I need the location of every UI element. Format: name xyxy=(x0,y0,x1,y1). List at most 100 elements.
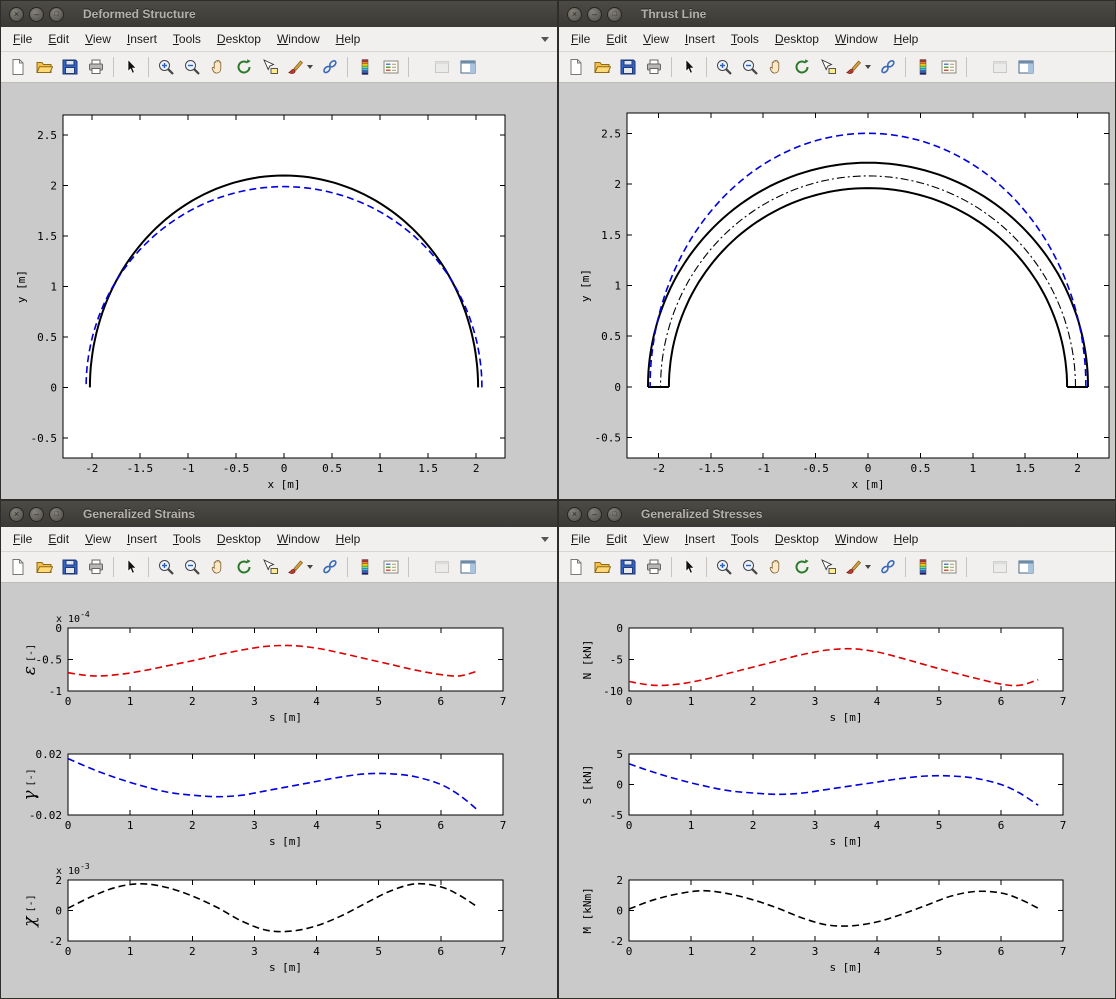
insert-legend-button[interactable] xyxy=(936,554,962,580)
data-cursor-button[interactable] xyxy=(257,554,283,580)
menu-edit[interactable]: Edit xyxy=(40,527,77,551)
menu-view[interactable]: View xyxy=(635,27,677,51)
show-plot-tools-button[interactable] xyxy=(455,54,481,80)
menu-overflow-icon[interactable] xyxy=(541,537,549,542)
titlebar[interactable]: Generalized Strains xyxy=(1,501,557,527)
link-plot-button[interactable] xyxy=(875,54,901,80)
brush-dropdown-icon[interactable] xyxy=(307,65,313,69)
save-figure-button[interactable] xyxy=(615,54,641,80)
minimize-button[interactable] xyxy=(587,507,602,522)
menu-edit[interactable]: Edit xyxy=(598,27,635,51)
link-plot-button[interactable] xyxy=(317,54,343,80)
menu-view[interactable]: View xyxy=(77,527,119,551)
menu-help[interactable]: Help xyxy=(328,27,369,51)
open-file-button[interactable] xyxy=(589,54,615,80)
pan-button[interactable] xyxy=(205,54,231,80)
menu-desktop[interactable]: Desktop xyxy=(767,27,827,51)
menu-desktop[interactable]: Desktop xyxy=(767,527,827,551)
new-figure-button[interactable] xyxy=(563,554,589,580)
menu-file[interactable]: File xyxy=(563,27,598,51)
maximize-button[interactable] xyxy=(607,507,622,522)
minimize-button[interactable] xyxy=(587,7,602,22)
zoom-out-button[interactable] xyxy=(737,554,763,580)
brush-data-button[interactable] xyxy=(283,554,317,580)
zoom-in-button[interactable] xyxy=(711,54,737,80)
rotate-3d-button[interactable] xyxy=(789,554,815,580)
link-plot-button[interactable] xyxy=(875,554,901,580)
show-plot-tools-button[interactable] xyxy=(1013,554,1039,580)
minimize-button[interactable] xyxy=(29,507,44,522)
menu-file[interactable]: File xyxy=(5,527,40,551)
rotate-3d-button[interactable] xyxy=(789,54,815,80)
rotate-3d-button[interactable] xyxy=(231,54,257,80)
maximize-button[interactable] xyxy=(49,7,64,22)
brush-dropdown-icon[interactable] xyxy=(865,565,871,569)
insert-colorbar-button[interactable] xyxy=(910,554,936,580)
menu-view[interactable]: View xyxy=(635,527,677,551)
menu-window[interactable]: Window xyxy=(827,527,886,551)
link-plot-button[interactable] xyxy=(317,554,343,580)
close-button[interactable] xyxy=(567,7,582,22)
open-file-button[interactable] xyxy=(589,554,615,580)
titlebar[interactable]: Deformed Structure xyxy=(1,1,557,27)
new-figure-button[interactable] xyxy=(5,554,31,580)
pan-button[interactable] xyxy=(763,554,789,580)
show-plot-tools-button[interactable] xyxy=(1013,54,1039,80)
zoom-in-button[interactable] xyxy=(153,554,179,580)
brush-data-button[interactable] xyxy=(283,54,317,80)
zoom-out-button[interactable] xyxy=(179,554,205,580)
insert-colorbar-button[interactable] xyxy=(910,54,936,80)
edit-plot-button[interactable] xyxy=(118,554,144,580)
menu-desktop[interactable]: Desktop xyxy=(209,27,269,51)
menu-insert[interactable]: Insert xyxy=(119,27,165,51)
print-figure-button[interactable] xyxy=(641,554,667,580)
save-figure-button[interactable] xyxy=(57,54,83,80)
edit-plot-button[interactable] xyxy=(676,554,702,580)
menu-tools[interactable]: Tools xyxy=(723,27,767,51)
menu-overflow-icon[interactable] xyxy=(541,37,549,42)
edit-plot-button[interactable] xyxy=(118,54,144,80)
new-figure-button[interactable] xyxy=(563,54,589,80)
show-plot-tools-button[interactable] xyxy=(455,554,481,580)
insert-legend-button[interactable] xyxy=(936,54,962,80)
insert-colorbar-button[interactable] xyxy=(352,54,378,80)
titlebar[interactable]: Thrust Line xyxy=(559,1,1115,27)
print-figure-button[interactable] xyxy=(641,54,667,80)
brush-data-button[interactable] xyxy=(841,554,875,580)
data-cursor-button[interactable] xyxy=(815,554,841,580)
open-file-button[interactable] xyxy=(31,554,57,580)
menu-help[interactable]: Help xyxy=(886,527,927,551)
zoom-out-button[interactable] xyxy=(737,54,763,80)
save-figure-button[interactable] xyxy=(57,554,83,580)
pan-button[interactable] xyxy=(205,554,231,580)
insert-legend-button[interactable] xyxy=(378,554,404,580)
menu-insert[interactable]: Insert xyxy=(677,527,723,551)
rotate-3d-button[interactable] xyxy=(231,554,257,580)
zoom-in-button[interactable] xyxy=(711,554,737,580)
menu-window[interactable]: Window xyxy=(269,527,328,551)
menu-insert[interactable]: Insert xyxy=(119,527,165,551)
menu-tools[interactable]: Tools xyxy=(165,27,209,51)
menu-file[interactable]: File xyxy=(5,27,40,51)
pan-button[interactable] xyxy=(763,54,789,80)
brush-dropdown-icon[interactable] xyxy=(307,565,313,569)
menu-help[interactable]: Help xyxy=(328,527,369,551)
brush-dropdown-icon[interactable] xyxy=(865,65,871,69)
close-button[interactable] xyxy=(567,507,582,522)
print-figure-button[interactable] xyxy=(83,54,109,80)
menu-window[interactable]: Window xyxy=(269,27,328,51)
save-figure-button[interactable] xyxy=(615,554,641,580)
zoom-in-button[interactable] xyxy=(153,54,179,80)
menu-tools[interactable]: Tools xyxy=(165,527,209,551)
menu-window[interactable]: Window xyxy=(827,27,886,51)
insert-colorbar-button[interactable] xyxy=(352,554,378,580)
menu-edit[interactable]: Edit xyxy=(598,527,635,551)
menu-help[interactable]: Help xyxy=(886,27,927,51)
menu-tools[interactable]: Tools xyxy=(723,527,767,551)
data-cursor-button[interactable] xyxy=(815,54,841,80)
menu-view[interactable]: View xyxy=(77,27,119,51)
open-file-button[interactable] xyxy=(31,54,57,80)
brush-data-button[interactable] xyxy=(841,54,875,80)
maximize-button[interactable] xyxy=(607,7,622,22)
insert-legend-button[interactable] xyxy=(378,54,404,80)
